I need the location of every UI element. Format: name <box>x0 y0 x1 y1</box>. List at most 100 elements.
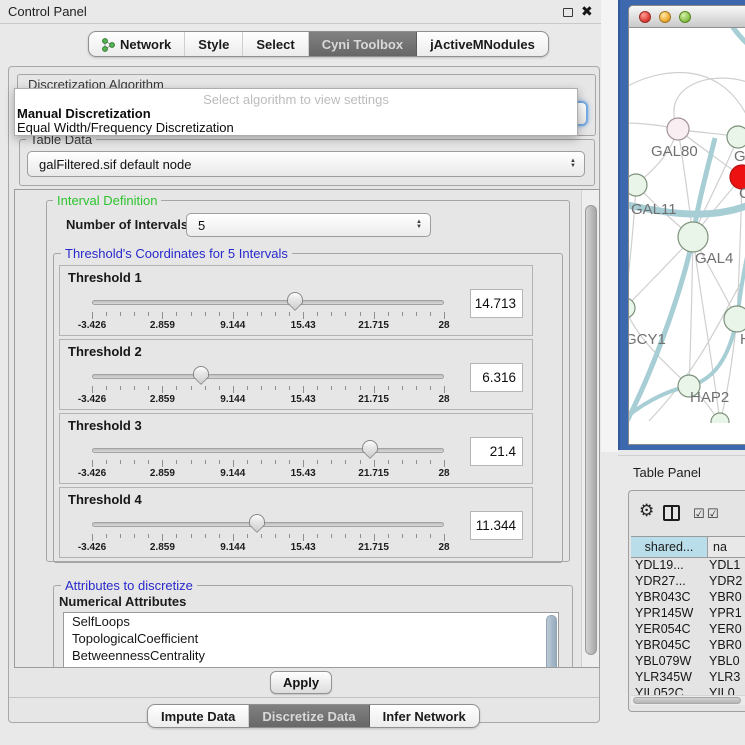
algorithm-option-manual[interactable]: Manual Discretization <box>17 106 151 121</box>
cell-name[interactable]: YBR0 <box>709 590 742 604</box>
tab-network[interactable]: Network <box>89 32 185 56</box>
threshold-slider-thumb[interactable] <box>287 292 303 305</box>
slider-tick <box>176 534 177 538</box>
cell-name[interactable]: YDL1 <box>709 558 740 572</box>
slider-tick <box>374 460 375 467</box>
table-row[interactable]: YDL19...YDL1 <box>631 558 745 574</box>
cell-shared-name[interactable]: YPR145W <box>631 606 709 620</box>
threshold-slider-track[interactable] <box>92 522 444 527</box>
threshold-slider-thumb[interactable] <box>362 440 378 453</box>
threshold-slider-track[interactable] <box>92 448 444 453</box>
attribute-list-item[interactable]: TopologicalCoefficient <box>64 630 558 647</box>
table-row[interactable]: YER054CYER0 <box>631 622 745 638</box>
network-graph: GAL80GACGAL11GAL4GCY1HHAP2 <box>629 28 745 423</box>
tab-style[interactable]: Style <box>185 32 243 56</box>
minimize-window-icon[interactable] <box>659 11 671 23</box>
cell-shared-name[interactable]: YDL19... <box>631 558 709 572</box>
slider-tick <box>219 312 220 316</box>
slider-tick-label: 21.715 <box>342 320 406 331</box>
slider-tick <box>430 312 431 316</box>
threshold-panel-2: Threshold 2-3.4262.8599.14415.4321.71528… <box>59 339 533 410</box>
table-data-combobox[interactable]: galFiltered.sif default node ▲▼ <box>27 151 585 177</box>
cell-shared-name[interactable]: YER054C <box>631 622 709 636</box>
cell-shared-name[interactable]: YBR045C <box>631 638 709 652</box>
apply-button[interactable]: Apply <box>270 671 332 694</box>
slider-tick <box>317 386 318 390</box>
tab-impute-data[interactable]: Impute Data <box>148 705 249 727</box>
slider-tick <box>444 386 445 393</box>
slider-tick <box>219 386 220 390</box>
network-canvas[interactable]: GAL80GACGAL11GAL4GCY1HHAP2 <box>629 28 745 423</box>
network-window-titlebar[interactable] <box>629 6 745 28</box>
tab-select[interactable]: Select <box>243 32 308 56</box>
table-row[interactable]: YDR27...YDR2 <box>631 574 745 590</box>
attribute-list-item[interactable]: SelfLoops <box>64 613 558 630</box>
checkbox-icon[interactable]: ☑ <box>693 506 705 522</box>
threshold-value-field[interactable]: 11.344 <box>470 511 523 540</box>
slider-tick <box>444 460 445 467</box>
slider-tick-label: 15.43 <box>271 542 335 553</box>
cell-shared-name[interactable]: YDR27... <box>631 574 709 588</box>
threshold-slider-thumb[interactable] <box>249 514 265 527</box>
slider-tick <box>92 386 93 393</box>
cell-shared-name[interactable]: YLR345W <box>631 670 709 684</box>
table-hscrollbar-thumb[interactable] <box>633 697 741 704</box>
cell-shared-name[interactable]: YBR043C <box>631 590 709 604</box>
panel-scrollbar-thumb[interactable] <box>585 205 597 655</box>
table-row[interactable]: YLR345WYLR3 <box>631 670 745 686</box>
slider-tick <box>92 534 93 541</box>
column-header-name[interactable]: na <box>708 537 745 557</box>
network-node[interactable] <box>629 298 635 318</box>
split-view-icon[interactable] <box>663 505 680 521</box>
network-node[interactable] <box>629 174 647 196</box>
close-icon[interactable]: ✖ <box>581 3 593 20</box>
cell-name[interactable]: YER0 <box>709 622 742 636</box>
threshold-value-field[interactable]: 6.316 <box>470 363 523 392</box>
slider-tick <box>275 460 276 464</box>
cell-shared-name[interactable]: YBL079W <box>631 654 709 668</box>
tab-cyni-toolbox[interactable]: Cyni Toolbox <box>309 32 417 56</box>
algorithm-option-equal-width[interactable]: Equal Width/Frequency Discretization <box>17 120 234 135</box>
table-row[interactable]: YBL079WYBL0 <box>631 654 745 670</box>
gear-icon[interactable]: ⚙ <box>639 501 654 521</box>
table-hscrollbar[interactable] <box>631 695 745 705</box>
tab-infer-network[interactable]: Infer Network <box>370 705 479 727</box>
tab-jactivemnodules[interactable]: jActiveMNodules <box>417 32 548 56</box>
threshold-slider-thumb[interactable] <box>193 366 209 379</box>
number-of-intervals-combobox[interactable]: 5 ▲▼ <box>186 213 431 237</box>
table-row[interactable]: YBR043CYBR0 <box>631 590 745 606</box>
slider-tick <box>106 460 107 464</box>
threshold-label: Threshold 1 <box>68 270 142 285</box>
network-node[interactable] <box>724 306 745 332</box>
attribute-list-item[interactable]: BetweennessCentrality <box>64 647 558 664</box>
column-header-shared-name[interactable]: shared... <box>631 537 708 557</box>
threshold-slider-track[interactable] <box>92 374 444 379</box>
cell-name[interactable]: YLR3 <box>709 670 740 684</box>
slider-tick-label: 9.144 <box>201 542 265 553</box>
table-row[interactable]: YPR145WYPR1 <box>631 606 745 622</box>
cell-name[interactable]: YDR2 <box>709 574 742 588</box>
float-window-icon[interactable] <box>563 8 573 17</box>
cell-name[interactable]: YPR1 <box>709 606 742 620</box>
network-node[interactable] <box>727 126 745 148</box>
cell-name[interactable]: YBL0 <box>709 654 740 668</box>
checkbox-icon[interactable]: ☑ <box>707 506 719 522</box>
table-row[interactable]: YBR045CYBR0 <box>631 638 745 654</box>
network-window-frame: GAL80GACGAL11GAL4GCY1HHAP2 <box>618 0 745 450</box>
list-scrollbar-thumb[interactable] <box>546 615 557 668</box>
slider-tick <box>148 534 149 538</box>
cell-name[interactable]: YBR0 <box>709 638 742 652</box>
tab-discretize-data[interactable]: Discretize Data <box>249 705 369 727</box>
close-window-icon[interactable] <box>639 11 651 23</box>
network-icon <box>102 37 115 52</box>
threshold-value-field[interactable]: 21.4 <box>470 437 523 466</box>
threshold-value-field[interactable]: 14.713 <box>470 289 523 318</box>
zoom-window-icon[interactable] <box>679 11 691 23</box>
network-node[interactable] <box>678 222 708 252</box>
threshold-slider-track[interactable] <box>92 300 444 305</box>
slider-tick <box>416 534 417 538</box>
network-node[interactable] <box>711 413 729 423</box>
slider-tick <box>360 312 361 316</box>
panel-scrollbar-track[interactable] <box>581 190 600 668</box>
network-node[interactable] <box>667 118 689 140</box>
